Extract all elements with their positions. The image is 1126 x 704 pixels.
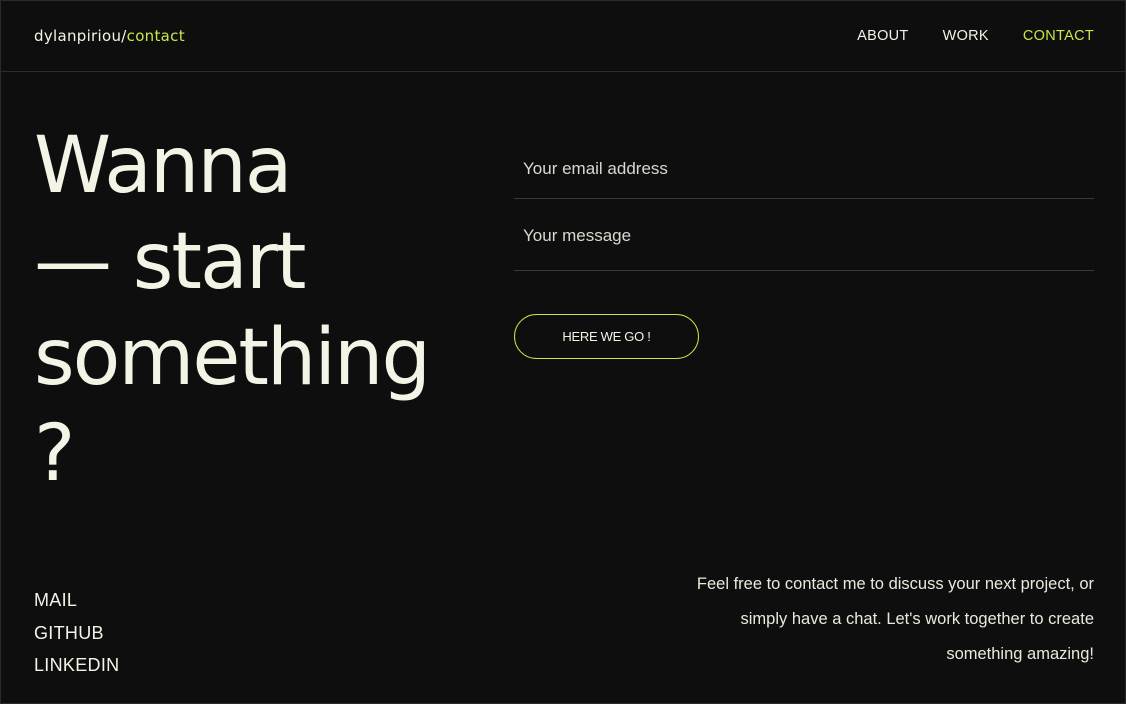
email-field[interactable] — [514, 140, 1094, 199]
hero-line-2: — start — [34, 217, 306, 307]
hero-heading: Wanna — start something ? — [34, 118, 474, 502]
contact-form — [514, 140, 1094, 271]
hero-line-1: Wanna — [34, 121, 293, 211]
logo-name: dylanpiriou — [34, 27, 122, 45]
message-field[interactable] — [514, 199, 1094, 271]
submit-button[interactable]: HERE WE GO ! — [514, 314, 699, 359]
nav-work[interactable]: WORK — [943, 28, 989, 44]
nav-about[interactable]: ABOUT — [857, 28, 908, 44]
site-logo[interactable]: dylanpiriou/contact — [34, 27, 185, 45]
logo-page: contact — [126, 27, 185, 45]
contact-blurb: Feel free to contact me to discuss your … — [696, 575, 1094, 663]
main-nav: ABOUT WORK CONTACT — [857, 28, 1094, 44]
link-mail[interactable]: MAIL — [34, 584, 119, 617]
social-links: MAIL GITHUB LINKEDIN — [34, 584, 119, 682]
nav-contact[interactable]: CONTACT — [1023, 28, 1094, 44]
site-header: dylanpiriou/contact ABOUT WORK CONTACT — [0, 0, 1126, 72]
hero-line-3: something — [34, 313, 431, 403]
hero-line-4: ? — [34, 409, 75, 499]
link-linkedin[interactable]: LINKEDIN — [34, 649, 119, 682]
link-github[interactable]: GITHUB — [34, 617, 119, 650]
